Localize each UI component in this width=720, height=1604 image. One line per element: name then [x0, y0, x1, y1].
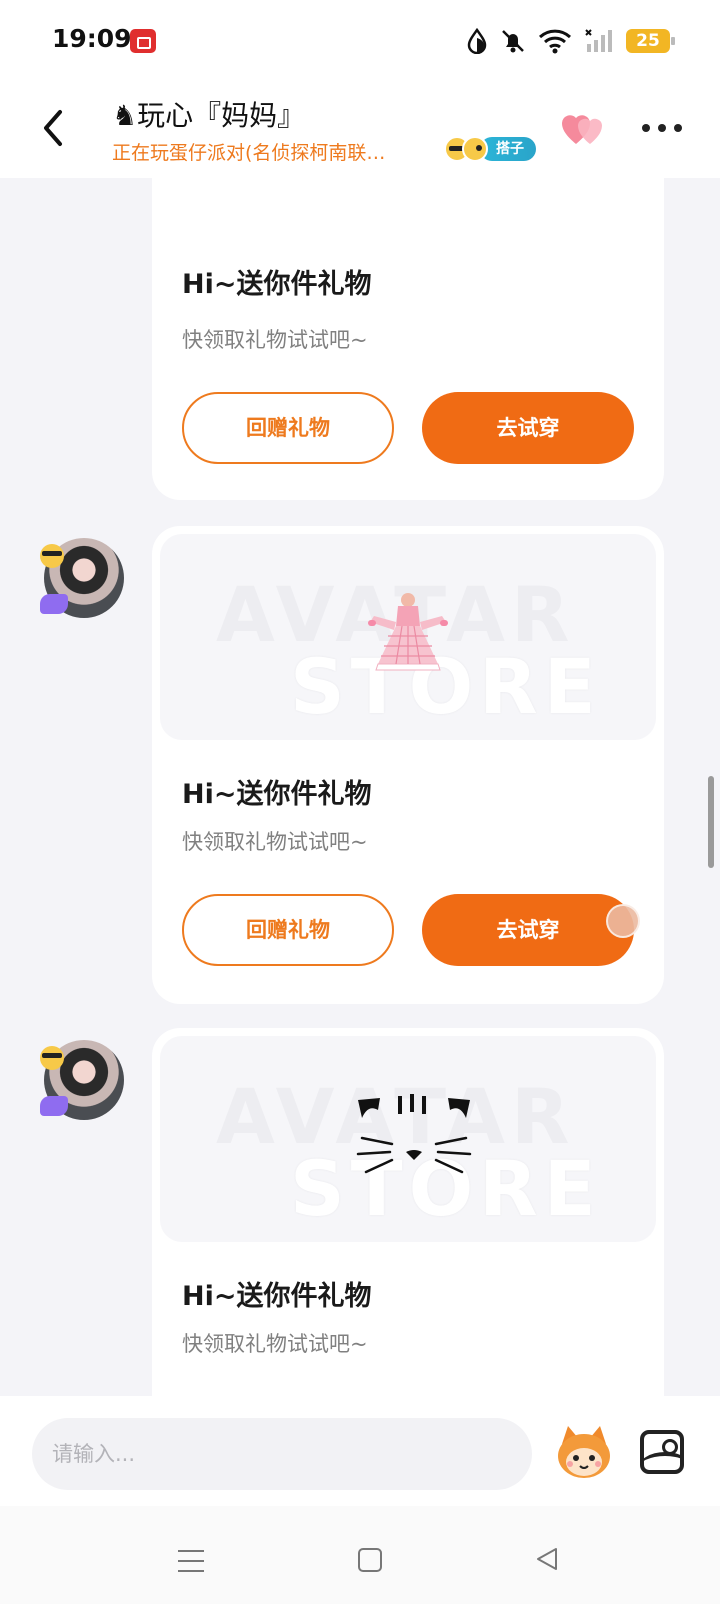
scrollbar[interactable] — [708, 776, 714, 868]
gift-subtitle: 快领取礼物试试吧~ — [182, 328, 368, 352]
home-button[interactable] — [358, 1548, 382, 1572]
heart-icon[interactable] — [560, 112, 608, 148]
image-picker-icon[interactable] — [640, 1430, 684, 1474]
dress-item-icon — [368, 593, 448, 671]
gift-image[interactable]: AVATAR STORE — [160, 534, 656, 740]
back-button[interactable] — [36, 106, 72, 150]
recent-apps-button[interactable] — [178, 1550, 204, 1572]
signal-icon — [585, 29, 612, 52]
gift-title: Hi~送你件礼物 — [182, 269, 372, 300]
input-bar — [0, 1396, 720, 1506]
gift-title: Hi~送你件礼物 — [182, 1281, 372, 1312]
sunglasses-sticker-icon — [40, 1046, 64, 1070]
try-on-button[interactable]: 去试穿 — [422, 894, 634, 966]
mute-icon — [502, 30, 524, 53]
sticker-icon — [40, 594, 68, 614]
sunglasses-sticker-icon — [40, 544, 64, 568]
more-options-button[interactable] — [642, 124, 682, 136]
touch-indicator — [606, 904, 640, 938]
data-saver-icon — [467, 28, 487, 54]
screen-record-icon — [130, 29, 156, 53]
status-time: 19:09 — [52, 24, 132, 53]
playing-status[interactable]: 正在玩蛋仔派对(名侦探柯南联… — [112, 138, 430, 165]
message-input[interactable] — [32, 1418, 532, 1490]
gift-subtitle: 快领取礼物试试吧~ — [182, 830, 368, 854]
gift-message-card: AVATAR STORE Hi~送你件礼物 快领取礼物试试吧~ — [152, 1028, 664, 1396]
sender-avatar[interactable] — [40, 1040, 124, 1120]
gift-image[interactable]: AVATAR STORE — [160, 1036, 656, 1242]
cat-face-item-icon — [356, 1094, 472, 1174]
partner-badge[interactable]: 搭子 — [444, 136, 536, 162]
system-back-button[interactable] — [534, 1546, 560, 1572]
gift-message-card: AVATAR STORE Hi~送你件礼物 快领取礼物试试吧~ 回赠礼物 去试穿 — [152, 178, 664, 500]
wink-emoji-icon — [462, 136, 488, 162]
battery-icon: 25 — [626, 29, 675, 53]
gift-message-card: AVATAR STORE Hi~送你件礼物 快领取礼物试试吧~ 回赠礼物 去试穿 — [152, 526, 664, 1004]
chat-header: ♞玩心『妈妈』 正在玩蛋仔派对(名侦探柯南联… 搭子 — [0, 84, 720, 178]
status-bar: 19:09 25 — [0, 0, 720, 84]
system-navigation-bar — [0, 1506, 720, 1604]
contact-name[interactable]: ♞玩心『妈妈』 — [112, 94, 305, 134]
gift-title: Hi~送你件礼物 — [182, 779, 372, 810]
partner-badge-label: 搭子 — [480, 137, 536, 161]
return-gift-button[interactable]: 回赠礼物 — [182, 894, 394, 966]
sender-avatar[interactable] — [40, 538, 124, 618]
sticker-icon — [40, 1096, 68, 1116]
wifi-icon — [538, 29, 572, 54]
try-on-button[interactable]: 去试穿 — [422, 392, 634, 464]
gift-subtitle: 快领取礼物试试吧~ — [182, 1332, 368, 1356]
chat-messages[interactable]: AVATAR STORE Hi~送你件礼物 快领取礼物试试吧~ 回赠礼物 去试穿… — [0, 178, 720, 1396]
return-gift-button[interactable]: 回赠礼物 — [182, 392, 394, 464]
status-icons: 25 — [466, 24, 675, 58]
mascot-emoji-button[interactable] — [554, 1424, 614, 1480]
